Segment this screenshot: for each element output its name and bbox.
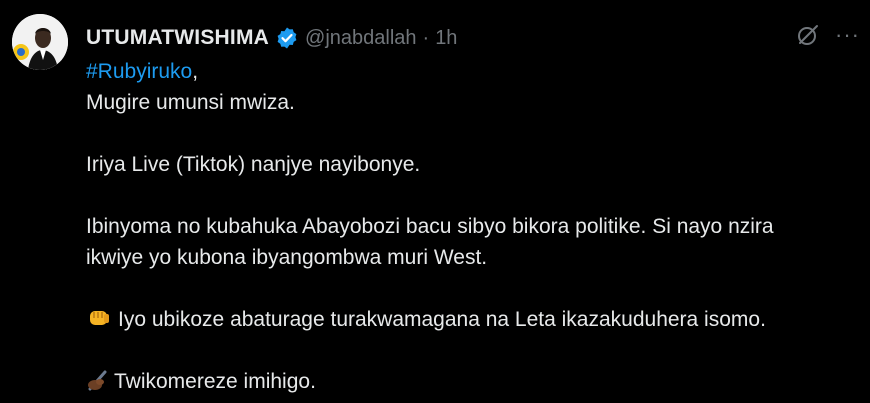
text-line: Mugire umunsi mwiza.	[86, 91, 295, 114]
hashtag-link[interactable]: #Rubyiruko	[86, 60, 192, 83]
text-line: ikwiye yo kubona ibyangombwa muri West.	[86, 246, 488, 269]
oncoming-fist-emoji	[86, 305, 112, 331]
separator-dot: ·	[422, 26, 430, 49]
author-name[interactable]: UTUMATWISHIMA	[86, 26, 269, 50]
post-text: #Rubyiruko, Mugire umunsi mwiza. Iriya L…	[86, 56, 856, 397]
grok-icon[interactable]	[795, 22, 821, 48]
author-handle[interactable]: @jnabdallah	[305, 27, 417, 50]
author-avatar[interactable]	[12, 14, 68, 70]
hashtag-comma: ,	[192, 60, 199, 83]
post-actions: ···	[795, 22, 860, 48]
more-icon[interactable]: ···	[835, 24, 860, 46]
writing-hand-emoji	[86, 367, 112, 393]
text-line-with-emoji: Iyo ubikoze abaturage turakwamagana na L…	[86, 304, 856, 335]
avatar-image	[12, 14, 68, 70]
text-line-with-emoji: Twikomereze imihigo.	[86, 366, 856, 397]
text-line-content: Twikomereze imihigo.	[114, 370, 316, 393]
text-line-content: Iyo ubikoze abaturage turakwamagana na L…	[118, 308, 766, 331]
text-line: Iriya Live (Tiktok) nanjye nayibonye.	[86, 153, 421, 176]
post-timestamp[interactable]: 1h	[435, 27, 457, 50]
hashtag-line: #Rubyiruko,	[86, 56, 856, 87]
text-line: Ibinyoma no kubahuka Abayobozi bacu siby…	[86, 215, 774, 238]
verified-badge-icon	[275, 26, 299, 50]
post-header: UTUMATWISHIMA @jnabdallah · 1h	[86, 24, 457, 52]
